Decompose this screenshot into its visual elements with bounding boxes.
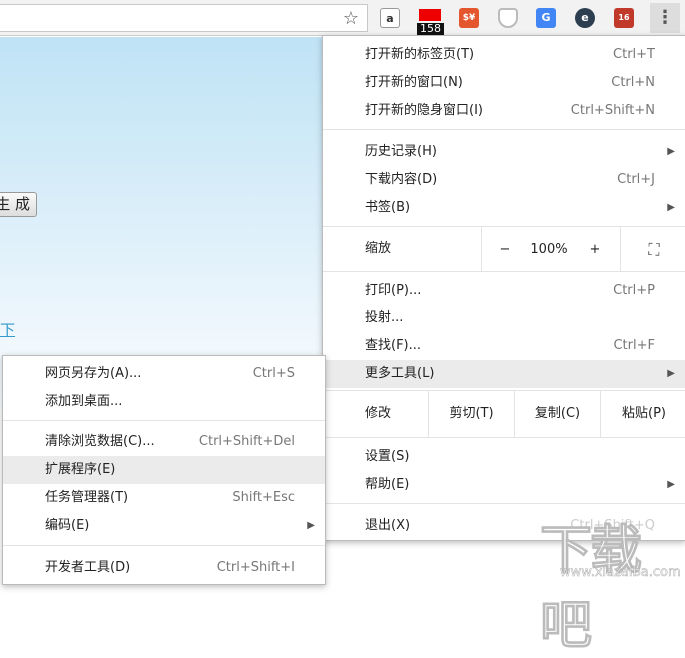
menu-incognito[interactable]: 打开新的隐身窗口(I) Ctrl+Shift+N xyxy=(323,97,685,125)
menu-new-tab[interactable]: 打开新的标签页(T) Ctrl+T xyxy=(323,41,685,69)
chevron-right-icon: ▶ xyxy=(307,520,315,531)
submenu-encoding[interactable]: 编码(E) ▶ xyxy=(3,512,325,540)
shortcut: Ctrl+Shift+I xyxy=(216,560,295,575)
divider xyxy=(323,129,685,130)
label: 打印(P)... xyxy=(365,283,422,298)
translate-extension-icon[interactable]: G xyxy=(536,8,556,28)
chevron-right-icon: ▶ xyxy=(667,368,675,379)
divider xyxy=(3,545,325,546)
shortcut: Ctrl+P xyxy=(613,283,655,298)
divider xyxy=(323,271,685,272)
menu-new-window[interactable]: 打开新的窗口(N) Ctrl+N xyxy=(323,69,685,97)
shield-extension-icon[interactable] xyxy=(498,8,518,28)
label: 修改 xyxy=(365,406,392,421)
generate-button[interactable]: 生 成 xyxy=(0,192,37,217)
red-extension-icon[interactable] xyxy=(419,9,441,21)
menu-dots-icon[interactable]: ⋮ xyxy=(650,3,680,33)
label: 打开新的窗口(N) xyxy=(365,75,463,90)
calendar-extension-icon[interactable]: 16 xyxy=(614,8,634,28)
label: 更多工具(L) xyxy=(365,366,435,381)
chevron-right-icon: ▶ xyxy=(667,146,675,157)
fullscreen-icon[interactable]: ⛶ xyxy=(620,227,685,271)
divider xyxy=(323,437,685,438)
paste-button[interactable]: 粘贴(P) xyxy=(600,391,685,437)
chevron-right-icon: ▶ xyxy=(667,479,675,490)
menu-downloads[interactable]: 下载内容(D) Ctrl+J xyxy=(323,166,685,194)
label: 任务管理器(T) xyxy=(45,490,129,505)
shortcut: Ctrl+Shift+N xyxy=(570,103,655,118)
submenu-extensions[interactable]: 扩展程序(E) xyxy=(3,456,325,484)
label: 清除浏览数据(C)... xyxy=(45,434,155,449)
shortcut: Ctrl+F xyxy=(613,338,655,353)
divider xyxy=(481,227,482,271)
watermark-url: www.xiazaiba.com xyxy=(560,565,681,581)
submenu-save-as[interactable]: 网页另存为(A)... Ctrl+S xyxy=(3,360,325,388)
menu-edit-row: 修改 剪切(T) 复制(C) 粘贴(P) xyxy=(323,391,685,437)
bookmark-star-icon[interactable]: ☆ xyxy=(343,8,359,29)
label: 查找(F)... xyxy=(365,338,422,353)
menu-zoom-row: 缩放 − 100% + ⛶ xyxy=(323,227,685,271)
label: 打开新的标签页(T) xyxy=(365,47,475,62)
cut-button[interactable]: 剪切(T) xyxy=(428,391,514,437)
menu-find[interactable]: 查找(F)... Ctrl+F xyxy=(323,332,685,360)
label: 退出(X) xyxy=(365,518,411,533)
menu-help[interactable]: 帮助(E) ▶ xyxy=(323,471,685,499)
shortcut: Ctrl+J xyxy=(617,172,655,187)
label: 历史记录(H) xyxy=(365,144,437,159)
watermark-logo: 下载吧 xyxy=(540,521,643,657)
more-tools-submenu: 网页另存为(A)... Ctrl+S 添加到桌面... 清除浏览数据(C)... C… xyxy=(2,355,326,585)
label: 添加到桌面... xyxy=(45,394,123,409)
submenu-add-desktop[interactable]: 添加到桌面... xyxy=(3,388,325,416)
label: 扩展程序(E) xyxy=(45,462,116,477)
e-extension-icon[interactable]: e xyxy=(575,8,595,28)
menu-settings[interactable]: 设置(S) xyxy=(323,443,685,471)
divider xyxy=(323,503,685,504)
chrome-main-menu: 打开新的标签页(T) Ctrl+T 打开新的窗口(N) Ctrl+N 打开新的隐身窗… xyxy=(322,35,685,541)
menu-more-tools[interactable]: 更多工具(L) ▶ xyxy=(323,360,685,388)
submenu-clear-data[interactable]: 清除浏览数据(C)... Ctrl+Shift+Del xyxy=(3,428,325,456)
menu-cast[interactable]: 投射... xyxy=(323,304,685,332)
label: 设置(S) xyxy=(365,449,410,464)
label: 编码(E) xyxy=(45,518,90,533)
extension-badge: 158 xyxy=(417,23,444,35)
chevron-right-icon: ▶ xyxy=(667,202,675,213)
label: 书签(B) xyxy=(365,200,411,215)
page-link[interactable]: 下 xyxy=(0,319,15,340)
zoom-in-button[interactable]: + xyxy=(573,227,617,271)
shortcut: Ctrl+Shift+Del xyxy=(198,434,295,449)
shortcut: Ctrl+N xyxy=(611,75,655,90)
label: 投射... xyxy=(365,310,404,325)
label: 网页另存为(A)... xyxy=(45,366,142,381)
copy-button[interactable]: 复制(C) xyxy=(514,391,600,437)
label: 帮助(E) xyxy=(365,477,410,492)
browser-toolbar: ☆ a 158 $¥ G e 16 ⋮ xyxy=(0,0,685,36)
menu-history[interactable]: 历史记录(H) ▶ xyxy=(323,138,685,166)
amazon-extension-icon[interactable]: a xyxy=(380,8,400,28)
shortcut: Ctrl+T xyxy=(613,47,655,62)
label: 打开新的隐身窗口(I) xyxy=(365,103,483,118)
submenu-task-manager[interactable]: 任务管理器(T) Shift+Esc xyxy=(3,484,325,512)
currency-extension-icon[interactable]: $¥ xyxy=(459,8,479,28)
label: 缩放 xyxy=(365,241,392,256)
zoom-value: 100% xyxy=(530,242,568,257)
shortcut: Ctrl+S xyxy=(252,366,295,381)
label: 开发者工具(D) xyxy=(45,560,131,575)
menu-bookmarks[interactable]: 书签(B) ▶ xyxy=(323,194,685,222)
divider xyxy=(3,420,325,421)
zoom-out-button[interactable]: − xyxy=(481,227,529,271)
address-bar[interactable]: ☆ xyxy=(0,4,368,32)
shortcut: Shift+Esc xyxy=(232,490,295,505)
submenu-dev-tools[interactable]: 开发者工具(D) Ctrl+Shift+I xyxy=(3,554,325,582)
menu-print[interactable]: 打印(P)... Ctrl+P xyxy=(323,277,685,305)
label: 下载内容(D) xyxy=(365,172,438,187)
